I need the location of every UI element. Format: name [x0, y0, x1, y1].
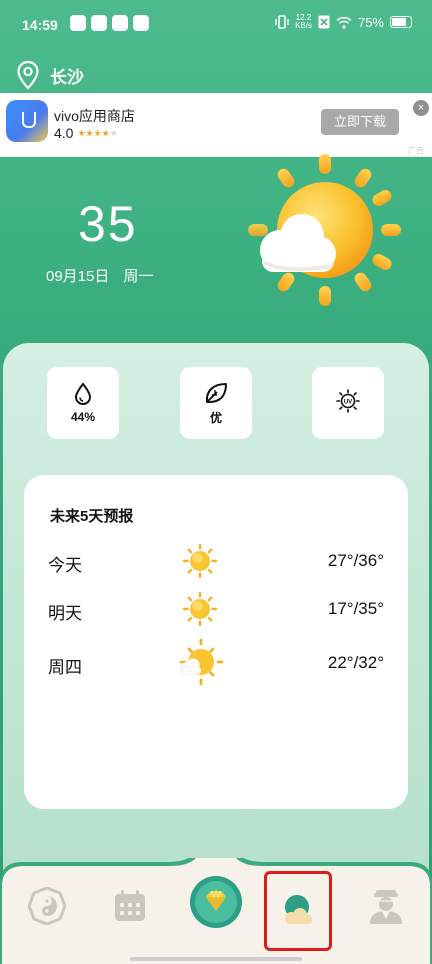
- status-time: 14:59: [22, 17, 58, 33]
- net-speed: 12.2 KB/s: [295, 14, 312, 30]
- net-speed-unit: KB/s: [295, 21, 312, 30]
- sun-cloud-icon: [179, 638, 224, 686]
- current-temperature: 35: [78, 196, 138, 252]
- nav-home[interactable]: [186, 872, 246, 932]
- bagua-icon: [28, 887, 66, 925]
- ad-rating-value: 4.0: [54, 125, 74, 141]
- fortune-teller-icon: [370, 890, 402, 924]
- air-quality-leaf-icon: [205, 382, 227, 403]
- app-icon: [133, 15, 149, 31]
- forecast-row[interactable]: 今天 27°/36°: [24, 541, 408, 581]
- forecast-temp-range: 22°/32°: [327, 653, 384, 672]
- current-date: 09月15日: [46, 268, 110, 285]
- sunny-icon: [182, 591, 218, 627]
- date-line: 09月15日 周一: [46, 265, 153, 286]
- nav-calendar[interactable]: [100, 876, 160, 936]
- air-quality-card[interactable]: 优: [180, 367, 252, 439]
- ad-title: vivo应用商店: [54, 108, 135, 124]
- app-icon: [112, 15, 128, 31]
- forecast-temp-range: 17°/35°: [327, 599, 384, 618]
- status-bar: 14:59 12.2 KB/s 75%: [0, 0, 432, 52]
- diamond-icon: [190, 876, 242, 928]
- nav-bagua[interactable]: [17, 876, 77, 936]
- sim-icon: [318, 15, 330, 29]
- forecast-card: 未来5天预报 今天 27°/36° 明天 17°/35° 周四 22°/32°: [24, 475, 408, 809]
- battery-icon: [390, 16, 412, 28]
- nav-fortune[interactable]: [356, 876, 416, 936]
- forecast-day: 周四: [48, 658, 82, 677]
- calendar-icon: [115, 890, 145, 921]
- uv-card[interactable]: UV: [312, 367, 384, 439]
- rating-stars-icon: ★★★★★: [77, 127, 118, 138]
- forecast-day: 今天: [48, 556, 82, 575]
- humidity-drop-icon: [74, 382, 92, 406]
- humidity-card[interactable]: 44%: [47, 367, 119, 439]
- sun-cloud-icon: [248, 154, 401, 306]
- humidity-value: 44%: [70, 410, 96, 424]
- city-name: 长沙: [50, 67, 84, 87]
- sunny-icon: [182, 543, 218, 579]
- forecast-title: 未来5天预报: [50, 508, 134, 525]
- location-header[interactable]: 长沙: [16, 60, 84, 90]
- ad-rating: 4.0 ★★★★★: [54, 125, 118, 141]
- mail-icon: [91, 15, 107, 31]
- status-right: 12.2 KB/s 75%: [275, 14, 412, 30]
- location-pin-icon: [17, 60, 39, 90]
- forecast-row[interactable]: 周四 22°/32°: [24, 638, 408, 686]
- close-icon[interactable]: ×: [413, 100, 429, 116]
- forecast-row[interactable]: 明天 17°/35°: [24, 589, 408, 629]
- uv-index-icon: UV: [336, 389, 360, 413]
- download-button[interactable]: 立即下载: [321, 109, 399, 135]
- vibrate-icon: [275, 15, 289, 29]
- app-store-icon: [6, 100, 48, 142]
- forecast-day: 明天: [48, 604, 82, 623]
- forecast-temp-range: 27°/36°: [327, 551, 384, 570]
- current-weekday: 周一: [123, 268, 154, 285]
- wifi-icon: [336, 16, 352, 29]
- svg-text:UV: UV: [344, 399, 352, 405]
- home-indicator[interactable]: [130, 957, 302, 961]
- selection-highlight: [264, 871, 332, 951]
- air-quality-value: 优: [209, 410, 222, 425]
- battery-percent: 75%: [357, 14, 384, 30]
- tiktok-icon: [70, 15, 86, 31]
- status-notification-icons: [70, 15, 149, 31]
- ad-tag: 广告: [408, 146, 424, 155]
